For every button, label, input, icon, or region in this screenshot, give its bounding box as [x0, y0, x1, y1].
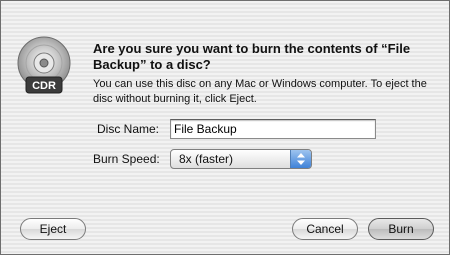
disc-name-label: Disc Name:	[97, 122, 160, 136]
burn-button[interactable]: Burn	[368, 218, 434, 240]
dialog-description: You can use this disc on any Mac or Wind…	[93, 78, 427, 105]
burn-speed-label: Burn Speed:	[93, 152, 160, 166]
cdr-label: CDR	[32, 80, 56, 92]
burn-speed-popup[interactable]: 8x (faster)	[170, 149, 312, 169]
cancel-button[interactable]: Cancel	[292, 218, 358, 240]
burn-speed-value: 8x (faster)	[179, 152, 234, 166]
dialog-headline: Are you sure you want to burn the conten…	[93, 41, 411, 72]
burn-disc-dialog: CDR Are you sure you want to burn the co…	[0, 0, 450, 255]
cdr-disc-icon: CDR	[16, 35, 72, 97]
popup-arrows-icon	[290, 150, 311, 168]
disc-name-field[interactable]	[170, 119, 376, 139]
eject-button[interactable]: Eject	[20, 218, 86, 240]
